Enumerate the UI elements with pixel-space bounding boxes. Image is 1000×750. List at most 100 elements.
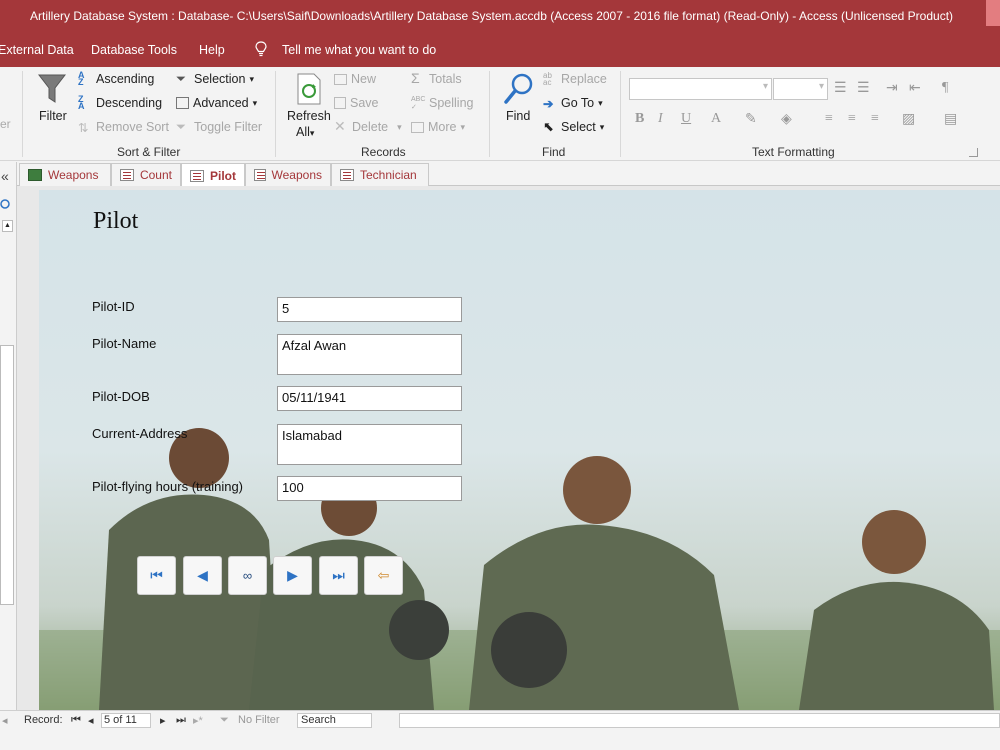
next-record-nav-icon[interactable]: ▸ — [160, 714, 166, 727]
align-left-icon[interactable]: ≡ — [825, 111, 833, 127]
no-filter-button[interactable]: No Filter — [238, 714, 280, 726]
refresh-all-label[interactable]: All▾ — [296, 125, 314, 139]
binoculars-icon: ∞ — [242, 568, 253, 583]
increase-indent-icon[interactable]: ⇥ — [886, 80, 898, 97]
replace-button[interactable]: ab ac Replace — [543, 72, 607, 87]
last-record-button[interactable]: ⏭ — [319, 556, 358, 595]
doc-tab-technician[interactable]: Technician — [331, 163, 429, 186]
font-color-button[interactable]: A — [711, 111, 721, 127]
window-title: Artillery Database System : Database- C:… — [30, 9, 954, 23]
filter-icon[interactable] — [38, 73, 66, 105]
spelling-icon: ABC ✓ — [411, 96, 426, 111]
bold-button[interactable]: B — [635, 111, 644, 127]
pilot-name-label: Pilot-Name — [92, 336, 157, 351]
previous-record-button[interactable]: ◀ — [183, 556, 222, 595]
tab-help[interactable]: Help — [199, 43, 225, 57]
refresh-all-icon[interactable] — [296, 73, 322, 105]
spelling-button[interactable]: ABC ✓ Spelling — [411, 96, 474, 111]
new-record-nav-icon[interactable]: ▸* — [193, 714, 203, 727]
refresh-label[interactable]: Refresh — [287, 109, 331, 123]
new-label: New — [351, 72, 377, 86]
nav-scroll-up[interactable]: ▲ — [2, 220, 13, 232]
select-button[interactable]: ⬉ Select ▾ — [543, 120, 604, 134]
doc-tab-count[interactable]: Count — [111, 163, 181, 186]
selection-filter-icon: ⏷ — [176, 72, 187, 86]
find-label[interactable]: Find — [506, 109, 530, 123]
form-area: Pilot Pilot-ID 5 Pilot-Name Afzal Awan P… — [17, 186, 1000, 710]
find-icon[interactable] — [503, 72, 535, 106]
datasheet-icon — [28, 169, 42, 181]
text-formatting-dialog-launcher[interactable] — [969, 148, 978, 157]
toggle-filter-button[interactable]: ⏷ Toggle Filter — [176, 120, 262, 134]
record-search-input[interactable]: Search — [297, 713, 372, 728]
spelling-label: Spelling — [429, 96, 474, 110]
toggle-filter-icon: ⏷ — [176, 120, 187, 134]
descending-button[interactable]: ZA Descending — [78, 95, 162, 111]
first-record-button[interactable]: ⏮ — [137, 556, 176, 595]
advanced-filter-icon — [176, 97, 189, 109]
last-record-nav-icon[interactable]: ⏭ — [176, 714, 186, 727]
current-record-field[interactable]: 5 of 11 — [101, 713, 151, 728]
previous-record-icon: ◀ — [197, 567, 208, 583]
ascending-button[interactable]: AZ Ascending — [78, 70, 154, 87]
next-record-button[interactable]: ▶ — [273, 556, 312, 595]
filter-button[interactable]: Filter — [39, 109, 67, 123]
status-bar — [0, 729, 1000, 750]
highlight-icon[interactable]: ✎ — [745, 111, 757, 128]
pilot-flying-hours-field[interactable]: 100 — [277, 476, 462, 501]
pilots-photo — [39, 428, 1000, 710]
fill-color-icon[interactable]: ◈ — [781, 111, 792, 128]
align-center-icon[interactable]: ≡ — [848, 111, 856, 127]
pilot-dob-field[interactable]: 05/11/1941 — [277, 386, 462, 411]
sort-ascending-icon: AZ — [78, 70, 85, 87]
first-record-nav-icon[interactable]: ⏮ — [71, 714, 81, 727]
alternate-row-color-icon[interactable]: ▤ — [944, 111, 957, 128]
delete-record-button[interactable]: ✕ Delete ▾ — [334, 119, 402, 134]
find-record-button[interactable]: ∞ — [228, 556, 267, 595]
text-formatting-group-label: Text Formatting — [752, 145, 835, 159]
advanced-button[interactable]: Advanced ▾ — [176, 96, 257, 110]
chevron-double-left-icon[interactable]: « — [1, 168, 9, 184]
pilot-id-field[interactable]: 5 — [277, 297, 462, 322]
italic-button[interactable]: I — [658, 111, 663, 127]
delete-label: Delete — [352, 120, 389, 134]
numbering-icon[interactable]: ☰ — [857, 80, 870, 97]
tell-me-search[interactable]: Tell me what you want to do — [282, 43, 436, 57]
font-size-dropdown[interactable] — [773, 78, 828, 100]
nav-object-list[interactable] — [0, 345, 14, 605]
doc-tab-weapons-form[interactable]: Weapons — [245, 163, 331, 186]
more-button[interactable]: More ▾ — [411, 120, 465, 134]
doc-tab-label: Technician — [360, 168, 417, 182]
navigation-pane: « ▲ — [0, 162, 17, 710]
search-icon[interactable] — [0, 198, 12, 212]
horizontal-scrollbar[interactable] — [399, 713, 1000, 728]
pilot-flying-hours-label: Pilot-flying hours (training) — [92, 479, 244, 494]
tab-database-tools[interactable]: Database Tools — [91, 43, 177, 57]
close-form-button[interactable]: ⇦ — [364, 556, 403, 595]
pilot-name-field[interactable]: Afzal Awan — [277, 334, 462, 375]
tab-external-data[interactable]: External Data — [0, 43, 74, 57]
gridlines-icon[interactable]: ▨ — [902, 111, 915, 128]
doc-tab-weapons-table[interactable]: Weapons — [19, 163, 111, 186]
first-record-icon: ⏮ — [150, 567, 163, 583]
close-button[interactable] — [986, 0, 1000, 26]
underline-button[interactable]: U — [681, 111, 691, 127]
font-name-dropdown[interactable] — [629, 78, 772, 100]
current-address-field[interactable]: Islamabad — [277, 424, 462, 465]
toggle-filter-label: Toggle Filter — [194, 120, 263, 134]
previous-record-nav-icon[interactable]: ◂ — [88, 714, 94, 727]
paragraph-direction-icon[interactable]: ¶ — [942, 80, 948, 96]
doc-tab-pilot[interactable]: Pilot — [181, 163, 245, 187]
remove-sort-button[interactable]: ⇅ Remove Sort — [78, 120, 169, 135]
selection-button[interactable]: ⏷ Selection ▾ — [176, 72, 254, 86]
align-right-icon[interactable]: ≡ — [871, 111, 879, 127]
go-to-button[interactable]: ➔ Go To ▾ — [543, 96, 603, 111]
lightbulb-icon — [255, 41, 267, 57]
bullets-icon[interactable]: ☰ — [834, 80, 847, 97]
decrease-indent-icon[interactable]: ⇤ — [909, 80, 921, 97]
save-record-button[interactable]: Save — [334, 96, 379, 110]
remove-sort-label: Remove Sort — [96, 120, 169, 134]
totals-button[interactable]: Σ Totals — [411, 71, 462, 86]
arrow-right-icon: ➔ — [543, 97, 554, 111]
new-record-button[interactable]: New — [334, 72, 376, 86]
